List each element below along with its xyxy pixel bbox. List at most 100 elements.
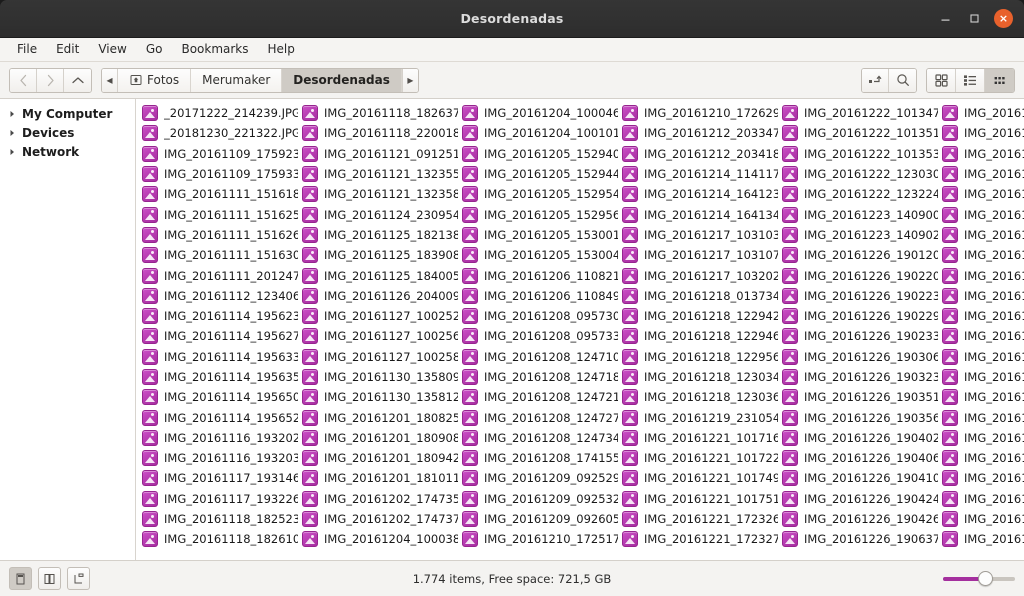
file-item[interactable]: IMG_20161111_201247.jpg [140,265,300,285]
file-item[interactable]: IMG_20161218_122942.jpg [620,306,780,326]
file-item[interactable]: IMG_20161130_135812.jpg [300,387,460,407]
file-item[interactable]: IMG_20161116_193202.jpg [140,428,300,448]
up-button[interactable] [64,69,91,92]
single-pane-button[interactable] [9,567,32,590]
file-item[interactable]: IMG_20161218_013734.jpg [620,286,780,306]
file-item[interactable]: IMG_20161221_172326.jpg [620,509,780,529]
file-item[interactable]: IMG_20161212_203418.jpg [620,144,780,164]
file-item[interactable]: IMG_20161223_140902.jpg [780,225,940,245]
file-item[interactable]: IMG_20161226_190410.jpg [780,468,940,488]
file-item[interactable]: IMG_20161214_114117.jpg [620,164,780,184]
file-item[interactable]: IMG_20161221_101749.jpg [620,468,780,488]
file-item[interactable]: IMG_20161201_180825.jpg [300,407,460,427]
file-item[interactable]: IMG_20161208_124734.jpg [460,428,620,448]
minimize-button[interactable] [936,9,955,28]
file-item[interactable]: IMG_20161226_190120.jpg [780,245,940,265]
file-item[interactable]: IMG_20161117_193146.jpg [140,468,300,488]
file-item[interactable]: IMG_201612 [940,448,1024,468]
file-item[interactable]: IMG_20161205_152944.jpg [460,164,620,184]
breadcrumb-scroll-right-icon[interactable]: ▸ [402,69,418,92]
menu-item-go[interactable]: Go [137,39,172,60]
file-item[interactable]: IMG_20161208_124727.jpg [460,407,620,427]
breadcrumb-item-merumaker[interactable]: Merumaker [191,69,282,92]
file-item[interactable]: IMG_20161114_195635.jpg [140,367,300,387]
file-item[interactable]: IMG_20161222_123224.jpg [780,184,940,204]
file-item[interactable]: IMG_201612 [940,265,1024,285]
menu-item-view[interactable]: View [89,39,135,60]
file-item[interactable]: IMG_20161210_172517.jpg [460,529,620,549]
file-item[interactable]: IMG_20161111_151618.jpg [140,184,300,204]
file-item[interactable]: IMG_20161226_190351.jpg [780,387,940,407]
file-item[interactable]: IMG_20161221_101751.jpg [620,489,780,509]
file-item[interactable]: IMG_20161127_100258.jpg [300,347,460,367]
file-item[interactable]: IMG_201612 [940,326,1024,346]
file-item[interactable]: IMG_20161118_182523.jpg [140,509,300,529]
file-item[interactable]: IMG_20161218_122946.jpg [620,326,780,346]
maximize-button[interactable] [965,9,984,28]
file-item[interactable]: IMG_20161222_101353.jpg [780,144,940,164]
file-item[interactable]: IMG_20161209_092605.jpg [460,509,620,529]
file-item[interactable]: IMG_20161114_195623.jpg [140,306,300,326]
file-item[interactable]: IMG_20161226_190859.jpg [940,144,1024,164]
file-item[interactable]: IMG_20161226_190323.jpg [780,367,940,387]
zoom-slider[interactable] [943,569,1015,589]
file-item[interactable]: IMG_20161222_101347.jpg [780,103,940,123]
file-item[interactable]: IMG_20161226_190637.jpg [780,529,940,549]
file-item[interactable]: IMG_20161214_164123.jpg [620,184,780,204]
file-item[interactable]: IMG_201612 [940,509,1024,529]
file-item[interactable]: IMG_20161208_095730.jpg [460,306,620,326]
file-item[interactable]: IMG_20161208_174155.jpg [460,448,620,468]
file-item[interactable]: IMG_20161208_124710.jpg [460,347,620,367]
path-entry-toggle-icon[interactable] [862,69,889,92]
file-item[interactable]: IMG_20161118_182637.jpg [300,103,460,123]
file-item[interactable]: IMG_20161118_220018.jpg [300,123,460,143]
compact-view-button[interactable] [985,69,1014,92]
back-button[interactable] [10,69,37,92]
file-item[interactable]: IMG_20161118_182610.jpg [140,529,300,549]
file-item[interactable]: IMG_20161114_195650.jpg [140,387,300,407]
forward-button[interactable] [37,69,64,92]
breadcrumb-item-fotos[interactable]: Fotos [118,69,191,92]
file-item[interactable]: IMG_20161218_122956.jpg [620,347,780,367]
file-item[interactable]: IMG_20161205_152954.jpg [460,184,620,204]
file-item[interactable]: IMG_201612 [940,347,1024,367]
menu-item-bookmarks[interactable]: Bookmarks [172,39,257,60]
file-item[interactable]: IMG_20161222_101351.jpg [780,123,940,143]
file-item[interactable]: IMG_20161208_124718.jpg [460,367,620,387]
file-item[interactable]: IMG_20161226_190233.jpg [780,326,940,346]
file-item[interactable]: IMG_20161127_100252.jpg [300,306,460,326]
file-item[interactable]: IMG_20161109_175933.jpg [140,164,300,184]
file-item[interactable]: IMG_20161125_183908.jpg [300,245,460,265]
file-item[interactable]: IMG_20161204_100046.jpg [460,103,620,123]
file-item[interactable]: IMG_20161226_190855.jpg [940,123,1024,143]
file-item[interactable]: IMG_201612 [940,407,1024,427]
file-item[interactable]: IMG_201612 [940,529,1024,549]
file-item[interactable]: IMG_20161226_190402.jpg [780,428,940,448]
file-item[interactable]: IMG_20161205_152940.jpg [460,144,620,164]
file-item[interactable]: IMG_20161202_174737.jpg [300,509,460,529]
file-item[interactable]: IMG_20161218_123034.jpg [620,367,780,387]
file-item[interactable]: IMG_20161226_190706.jpg [940,103,1024,123]
file-item[interactable]: IMG_20161217_103107.jpg [620,245,780,265]
file-item[interactable]: IMG_20161226_190229.jpg [780,306,940,326]
file-item[interactable]: IMG_20161208_095733.jpg [460,326,620,346]
file-item[interactable]: IMG_20161226_190907.jpg [940,184,1024,204]
file-item[interactable]: IMG_201612 [940,428,1024,448]
file-item[interactable]: IMG_20161209_092532.jpg [460,489,620,509]
sidebar-item-network[interactable]: Network [0,142,135,161]
tree-pane-button[interactable] [67,567,90,590]
file-item[interactable]: IMG_201612 [940,367,1024,387]
file-item[interactable]: IMG_20161206_110821.jpg [460,265,620,285]
file-item[interactable]: IMG_20161121_132355.jpg [300,164,460,184]
file-item[interactable]: IMG_201612 [940,387,1024,407]
file-item[interactable]: IMG_20161205_153004.jpg [460,245,620,265]
file-item[interactable]: IMG_201612 [940,204,1024,224]
search-icon[interactable] [889,69,916,92]
file-item[interactable]: IMG_20161124_230954.jpg [300,204,460,224]
breadcrumb-item-desordenadas[interactable]: Desordenadas [282,69,402,92]
file-item[interactable]: IMG_20161205_153001.jpg [460,225,620,245]
file-item[interactable]: IMG_20161117_193226.jpg [140,489,300,509]
file-item[interactable]: IMG_20161111_151630.jpg [140,245,300,265]
file-item[interactable]: IMG_20161226_190356.jpg [780,407,940,427]
file-item[interactable]: IMG_20161201_180942.jpg [300,448,460,468]
